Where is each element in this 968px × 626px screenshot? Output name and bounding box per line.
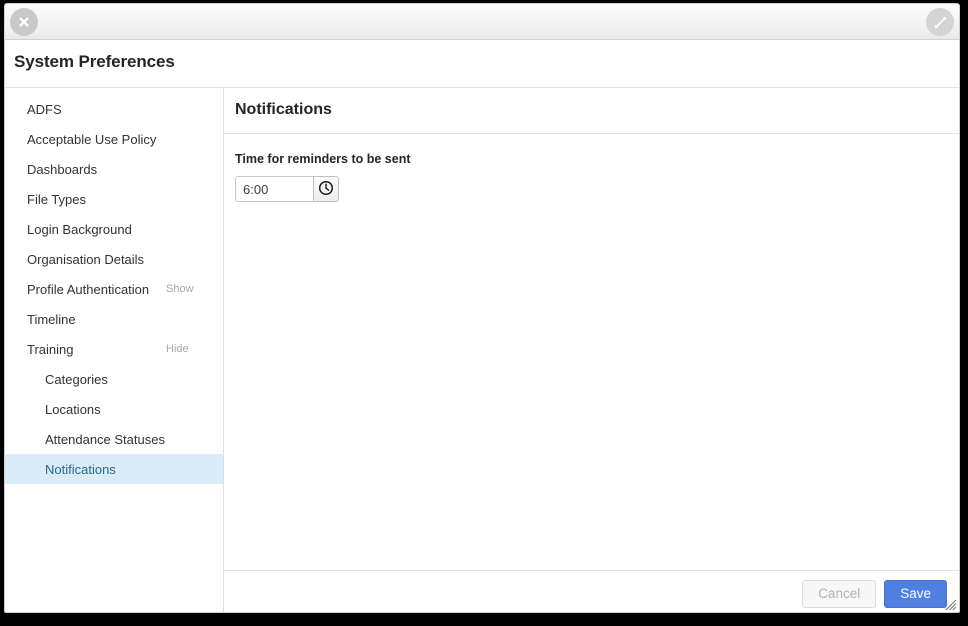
sidebar-item-file-types[interactable]: File Types bbox=[5, 184, 223, 214]
footer-button-row: Cancel Save bbox=[802, 580, 947, 608]
sidebar-item-categories[interactable]: Categories bbox=[5, 364, 223, 394]
sidebar-item-profile-authentication[interactable]: Profile Authentication Show bbox=[5, 274, 223, 304]
sidebar-item-label: Dashboards bbox=[27, 161, 98, 177]
sidebar-item-label: Acceptable Use Policy bbox=[27, 131, 157, 147]
sidebar-item-adfs[interactable]: ADFS bbox=[5, 94, 223, 124]
sidebar-item-label: Timeline bbox=[27, 311, 76, 327]
sidebar-item-label: ADFS bbox=[27, 101, 62, 117]
sidebar-item-locations[interactable]: Locations bbox=[5, 394, 223, 424]
sidebar-item-attendance-statuses[interactable]: Attendance Statuses bbox=[5, 424, 223, 454]
time-picker-button[interactable] bbox=[313, 176, 339, 202]
sidebar-item-dashboards[interactable]: Dashboards bbox=[5, 154, 223, 184]
sidebar-item-label: Profile Authentication bbox=[27, 281, 150, 297]
reminder-time-label: Time for reminders to be sent bbox=[235, 152, 411, 166]
sidebar-item-timeline[interactable]: Timeline bbox=[5, 304, 223, 334]
sidebar-hide-toggle[interactable]: Hide bbox=[166, 343, 189, 355]
sidebar-show-toggle[interactable]: Show bbox=[166, 283, 194, 295]
sidebar-item-notifications[interactable]: Notifications bbox=[5, 454, 223, 484]
cancel-button[interactable]: Cancel bbox=[802, 580, 877, 608]
clock-icon bbox=[318, 180, 334, 199]
resize-grip-handle[interactable] bbox=[943, 597, 957, 611]
sidebar-item-label: Login Background bbox=[27, 221, 132, 237]
close-button[interactable] bbox=[10, 8, 38, 36]
page-title: System Preferences bbox=[14, 52, 175, 71]
content-title: Notifications bbox=[235, 101, 332, 118]
close-icon bbox=[18, 16, 30, 28]
expand-button[interactable] bbox=[926, 8, 954, 36]
sidebar-item-acceptable-use-policy[interactable]: Acceptable Use Policy bbox=[5, 124, 223, 154]
content-body: Time for reminders to be sent bbox=[224, 135, 959, 571]
window-titlebar bbox=[5, 4, 959, 40]
sidebar-item-label: File Types bbox=[27, 191, 87, 207]
dialog-footer: Cancel Save bbox=[224, 570, 959, 612]
reminder-time-input[interactable] bbox=[235, 176, 313, 202]
preferences-content: Notifications Time for reminders to be s… bbox=[224, 87, 959, 612]
page-header: System Preferences bbox=[5, 41, 959, 87]
sidebar-item-label: Categories bbox=[45, 371, 108, 387]
preferences-sidebar: ADFS Acceptable Use Policy Dashboards Fi… bbox=[5, 87, 224, 612]
sidebar-item-login-background[interactable]: Login Background bbox=[5, 214, 223, 244]
sidebar-item-label: Locations bbox=[45, 401, 101, 417]
sidebar-item-label: Attendance Statuses bbox=[45, 431, 165, 447]
save-button[interactable]: Save bbox=[884, 580, 947, 608]
reminder-time-field-group bbox=[235, 176, 339, 202]
content-header: Notifications bbox=[224, 88, 959, 134]
sidebar-item-organisation-details[interactable]: Organisation Details bbox=[5, 244, 223, 274]
expand-diagonal-icon bbox=[933, 15, 948, 30]
sidebar-item-label: Training bbox=[27, 341, 74, 357]
sidebar-item-label: Organisation Details bbox=[27, 251, 145, 267]
sidebar-item-label: Notifications bbox=[45, 461, 116, 477]
sidebar-item-training[interactable]: Training Hide bbox=[5, 334, 223, 364]
dialog-body: ADFS Acceptable Use Policy Dashboards Fi… bbox=[5, 87, 959, 612]
system-preferences-dialog: System Preferences ADFS Acceptable Use P… bbox=[4, 3, 960, 613]
